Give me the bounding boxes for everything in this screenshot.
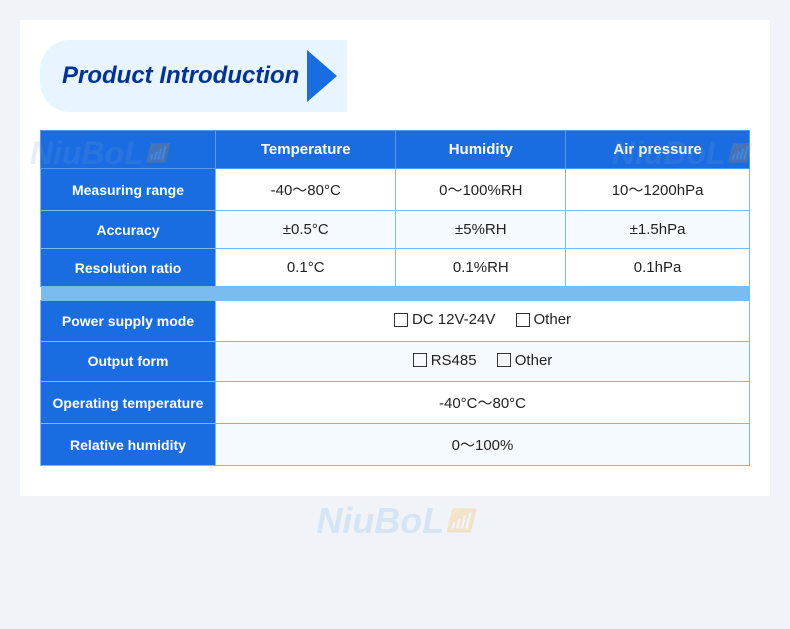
rs485-label: RS485 [431, 352, 477, 369]
other-output-label: Other [515, 352, 553, 369]
measuring-range-row: Measuring range -40～80°C 0～100%RH 10～120… [41, 169, 750, 211]
accuracy-temperature: ±0.5°C [216, 211, 396, 249]
measuring-range-temperature: -40～80°C [216, 169, 396, 211]
page-title: Product Introduction [62, 62, 299, 90]
product-table: Temperature Humidity Air pressure Measur… [40, 130, 750, 466]
resolution-label: Resolution ratio [41, 249, 216, 287]
relative-humidity-value: 0～100% [216, 424, 750, 466]
other-power-checkbox-item: Other [516, 311, 572, 328]
output-form-value: RS485 Other [216, 341, 750, 382]
operating-temp-label: Operating temperature [41, 382, 216, 424]
output-form-label: Output form [41, 341, 216, 382]
title-banner: Product Introduction [40, 40, 347, 112]
relative-humidity-label: Relative humidity [41, 424, 216, 466]
rs485-checkbox-item: RS485 [413, 352, 477, 369]
other-power-label: Other [534, 311, 572, 328]
power-supply-row: Power supply mode DC 12V-24V Other [41, 301, 750, 342]
table-header-row: Temperature Humidity Air pressure [41, 131, 750, 169]
measuring-range-pressure: 10～1200hPa [566, 169, 750, 211]
dc-checkbox[interactable] [394, 313, 408, 327]
other-output-checkbox[interactable] [497, 353, 511, 367]
measuring-range-humidity: 0～100%RH [396, 169, 566, 211]
accuracy-row: Accuracy ±0.5°C ±5%RH ±1.5hPa [41, 211, 750, 249]
spacer-row [41, 287, 750, 301]
power-supply-value: DC 12V-24V Other [216, 301, 750, 342]
resolution-row: Resolution ratio 0.1°C 0.1%RH 0.1hPa [41, 249, 750, 287]
resolution-pressure: 0.1hPa [566, 249, 750, 287]
resolution-temperature: 0.1°C [216, 249, 396, 287]
dc-checkbox-item: DC 12V-24V [394, 311, 495, 328]
output-form-row: Output form RS485 Other [41, 341, 750, 382]
title-arrow-icon [307, 50, 337, 102]
accuracy-pressure: ±1.5hPa [566, 211, 750, 249]
power-supply-label: Power supply mode [41, 301, 216, 342]
dc-label: DC 12V-24V [412, 311, 495, 328]
measuring-range-label: Measuring range [41, 169, 216, 211]
watermark-bottom: NiuBoL📶 [316, 500, 473, 542]
header-air-pressure: Air pressure [566, 131, 750, 169]
resolution-humidity: 0.1%RH [396, 249, 566, 287]
other-power-checkbox[interactable] [516, 313, 530, 327]
operating-temp-row: Operating temperature -40°C～80°C [41, 382, 750, 424]
rs485-checkbox[interactable] [413, 353, 427, 367]
header-empty [41, 131, 216, 169]
accuracy-humidity: ±5%RH [396, 211, 566, 249]
other-output-checkbox-item: Other [497, 352, 553, 369]
header-humidity: Humidity [396, 131, 566, 169]
header-temperature: Temperature [216, 131, 396, 169]
spacer-cell [41, 287, 750, 301]
accuracy-label: Accuracy [41, 211, 216, 249]
relative-humidity-row: Relative humidity 0～100% [41, 424, 750, 466]
operating-temp-value: -40°C～80°C [216, 382, 750, 424]
main-container: NiuBoL📶 NiuBoL📶 NiuBoL📶 Product Introduc… [20, 20, 770, 496]
